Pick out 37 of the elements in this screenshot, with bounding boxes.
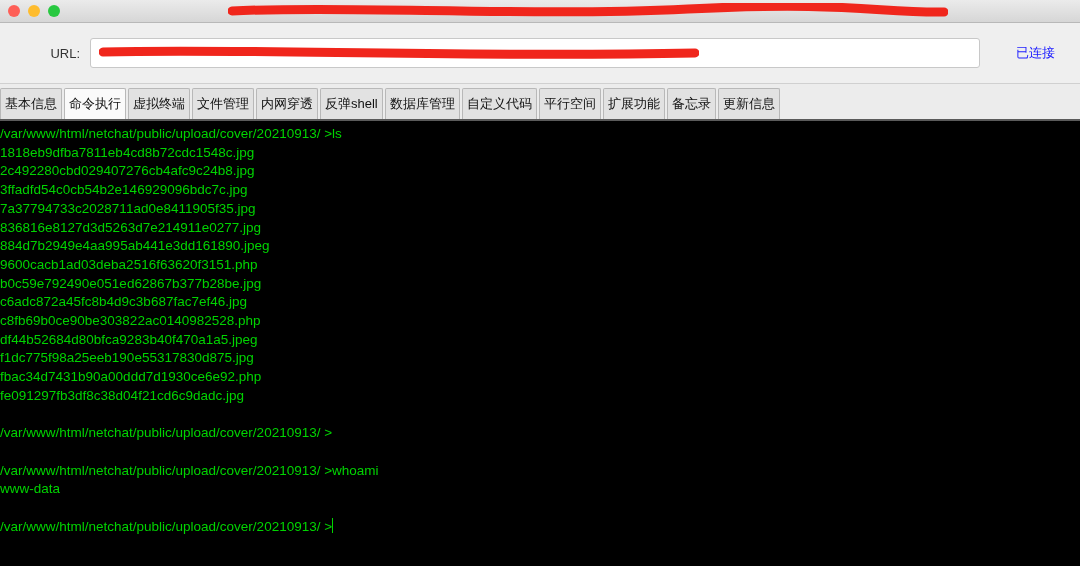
terminal-line: 2c492280cbd029407276cb4afc9c24b8.jpg bbox=[0, 162, 256, 181]
tab[interactable]: 数据库管理 bbox=[384, 88, 460, 119]
tab[interactable]: 命令执行 bbox=[64, 88, 126, 119]
terminal-line: c6adc872a45fc8b4d9c3b687fac7ef46.jpg bbox=[0, 293, 248, 312]
terminal-line: 7a37794733c2028711ad0e8411905f35.jpg bbox=[0, 199, 257, 218]
minimize-button[interactable] bbox=[28, 5, 40, 17]
terminal-line: /var/www/html/netchat/public/upload/cover/20210913/ >ls bbox=[0, 125, 343, 143]
tab[interactable]: 扩展功能 bbox=[602, 88, 665, 119]
terminal-line: /var/www/html/netchat/public/upload/cover/20210913/ >whoami bbox=[0, 461, 380, 480]
tab[interactable]: 更新信息 bbox=[717, 88, 780, 119]
terminal-line: 9600cacb1ad03deba2516f63620f3151.php bbox=[0, 255, 259, 274]
tab[interactable]: 备忘录 bbox=[666, 88, 716, 119]
terminal-line: 884d7b2949e4aa995ab441e3dd161890.jpeg bbox=[0, 237, 271, 256]
zoom-button[interactable] bbox=[48, 5, 60, 17]
terminal-line: f1dc775f98a25eeb190e55317830d875.jpg bbox=[0, 349, 255, 368]
terminal-line: fe091297fb3df8c38d04f21cd6c9dadc.jpg bbox=[0, 386, 245, 405]
terminal-line: /var/www/html/netchat/public/upload/cover/20210913/ > bbox=[0, 517, 335, 536]
tab[interactable]: 虚拟终端 bbox=[128, 88, 190, 119]
url-label: URL: bbox=[49, 45, 81, 61]
tab[interactable]: 自定义代码 bbox=[461, 88, 537, 119]
url-field[interactable] bbox=[90, 38, 980, 68]
connection-status: 已连接 bbox=[1016, 44, 1055, 62]
close-button[interactable] bbox=[8, 5, 20, 17]
terminal-line: b0c59e792490e051ed62867b377b28be.jpg bbox=[0, 274, 263, 293]
tab[interactable]: 基本信息 bbox=[0, 88, 62, 119]
terminal-line: www-data bbox=[0, 480, 62, 499]
terminal-line: 3ffadfd54c0cb54b2e146929096bdc7c.jpg bbox=[0, 181, 249, 200]
tab[interactable]: 平行空间 bbox=[538, 88, 601, 119]
tab[interactable]: 文件管理 bbox=[192, 88, 254, 119]
terminal-line: fbac34d7431b90a00ddd7d1930ce6e92.php bbox=[0, 368, 263, 387]
terminal-line: df44b52684d80bfca9283b40f470a1a5.jpeg bbox=[0, 330, 259, 349]
terminal-line: /var/www/html/netchat/public/upload/cover/20210913/ > bbox=[0, 424, 334, 443]
tab[interactable]: 反弹shell bbox=[320, 88, 383, 119]
terminal-line: c8fb69b0ce90be303822ac0140982528.php bbox=[0, 312, 262, 331]
terminal-line: 1818eb9dfba7811eb4cd8b72cdc1548c.jpg bbox=[0, 143, 256, 162]
tab[interactable]: 内网穿透 bbox=[256, 88, 318, 119]
terminal-line: 836816e8127d3d5263d7e214911e0277.jpg bbox=[0, 218, 263, 237]
